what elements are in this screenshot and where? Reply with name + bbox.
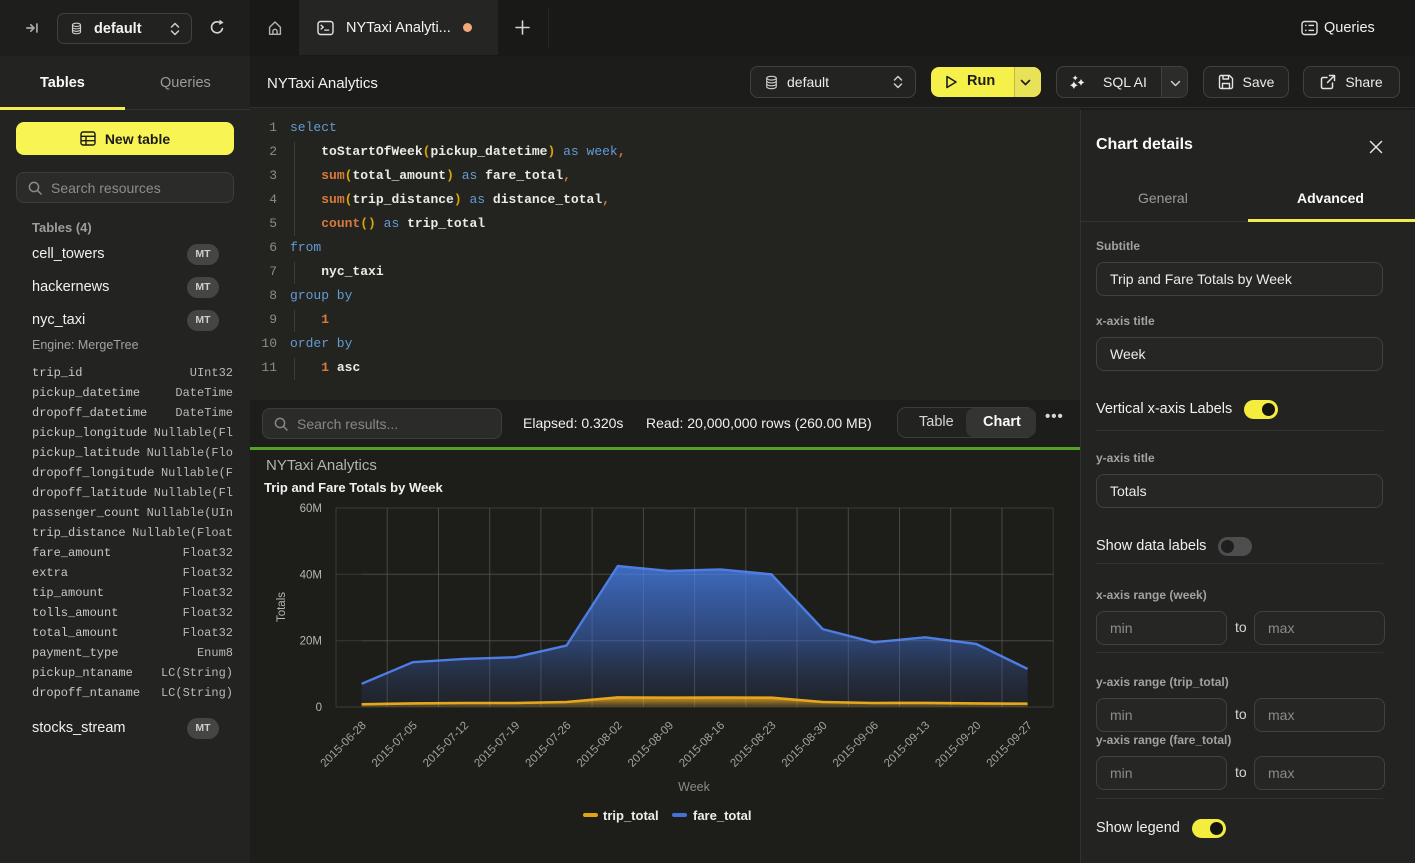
svg-text:20M: 20M — [300, 636, 322, 648]
svg-text:Week: Week — [678, 780, 710, 794]
svg-text:2015-09-27: 2015-09-27 — [985, 720, 1035, 770]
svg-text:2015-09-13: 2015-09-13 — [882, 720, 932, 770]
svg-text:2015-07-12: 2015-07-12 — [421, 720, 471, 770]
svg-text:0: 0 — [316, 702, 322, 714]
svg-text:2015-08-02: 2015-08-02 — [575, 720, 625, 770]
svg-text:2015-07-19: 2015-07-19 — [472, 720, 522, 770]
svg-text:2015-08-23: 2015-08-23 — [728, 720, 778, 770]
svg-text:2015-09-06: 2015-09-06 — [831, 720, 881, 770]
svg-text:2015-08-09: 2015-08-09 — [626, 720, 676, 770]
svg-text:trip_total: trip_total — [603, 808, 659, 823]
svg-text:40M: 40M — [300, 569, 322, 581]
svg-text:2015-08-30: 2015-08-30 — [780, 720, 830, 770]
svg-text:fare_total: fare_total — [693, 808, 752, 823]
svg-text:2015-08-16: 2015-08-16 — [677, 720, 727, 770]
svg-text:2015-09-20: 2015-09-20 — [933, 720, 983, 770]
svg-text:2015-06-28: 2015-06-28 — [319, 720, 369, 770]
svg-text:2015-07-26: 2015-07-26 — [524, 720, 574, 770]
svg-text:Totals: Totals — [276, 592, 288, 622]
svg-text:2015-07-05: 2015-07-05 — [370, 720, 420, 770]
svg-text:60M: 60M — [300, 503, 322, 515]
